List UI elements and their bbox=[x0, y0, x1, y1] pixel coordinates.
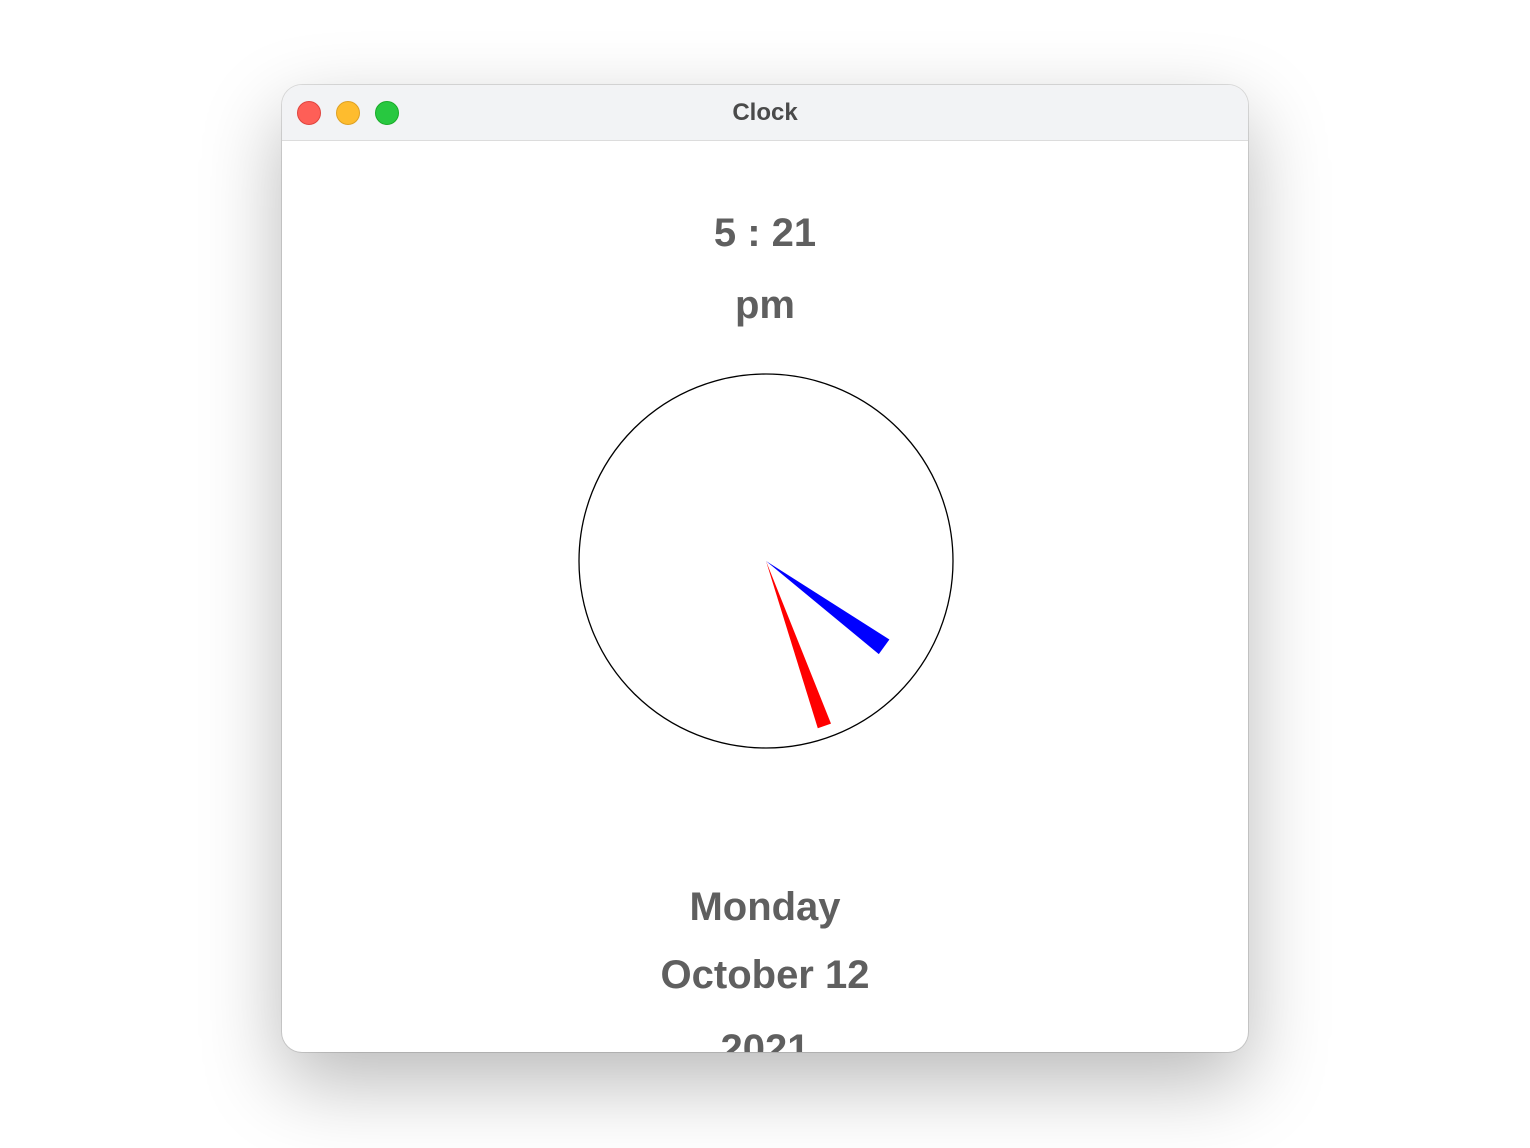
month-day-display: October 12 bbox=[660, 953, 870, 997]
analog-clock-face bbox=[578, 373, 954, 749]
year-display: 2021 bbox=[720, 1027, 810, 1052]
window-title: Clock bbox=[732, 99, 798, 126]
time-display: 5 : 21 bbox=[713, 211, 817, 255]
period-display: pm bbox=[735, 283, 795, 327]
clock-window: Clock 5 : 21 pm Monday October 12 2021 bbox=[282, 85, 1248, 1052]
title-bar[interactable]: Clock bbox=[282, 85, 1248, 141]
clock-content: 5 : 21 pm Monday October 12 2021 bbox=[282, 141, 1248, 1052]
weekday-display: Monday bbox=[689, 885, 841, 929]
